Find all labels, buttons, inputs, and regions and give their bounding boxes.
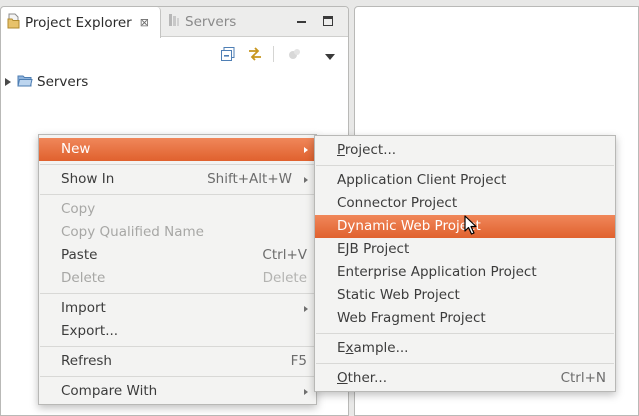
menu-item-label: Export...	[61, 323, 119, 339]
menu-item-label: Enterprise Application Project	[337, 264, 537, 280]
menu-item-label: Copy Qualified Name	[61, 224, 204, 240]
menu-item-accelerator: F5	[290, 353, 307, 369]
maximize-icon	[323, 16, 333, 26]
mnemonic-letter: P	[337, 142, 345, 158]
mnemonic-letter: O	[337, 370, 348, 386]
tab-project-explorer[interactable]: Project Explorer ⊠	[1, 7, 161, 38]
minimize-icon	[296, 21, 306, 23]
menu-item-label: roject...	[344, 142, 397, 158]
submenu-arrow-icon	[304, 389, 308, 395]
menu-item-accelerator: Delete	[262, 270, 307, 286]
menu-separator	[40, 293, 315, 294]
menu-item-ejb-project[interactable]: EJB Project	[315, 238, 615, 261]
menu-item-label: Dynamic Web Project	[337, 218, 481, 234]
menu-separator	[40, 346, 315, 347]
menu-item-label: Application Client Project	[337, 172, 507, 188]
menu-item-accelerator: Ctrl+N	[560, 370, 606, 386]
menu-item-label: E	[337, 340, 346, 356]
menu-item-label: Delete	[61, 270, 106, 286]
menu-item-static-web-project[interactable]: Static Web Project	[315, 284, 615, 307]
menu-item-label: Paste	[61, 247, 98, 263]
project-tree: Servers	[1, 71, 348, 93]
link-with-editor-button[interactable]	[247, 46, 263, 62]
menu-item-web-fragment-project[interactable]: Web Fragment Project	[315, 307, 615, 330]
collapse-all-button[interactable]	[220, 46, 236, 62]
menu-item-enterprise-application-project[interactable]: Enterprise Application Project	[315, 261, 615, 284]
menu-item-refresh[interactable]: Refresh F5	[39, 350, 316, 373]
tree-item-servers[interactable]: Servers	[1, 71, 348, 93]
project-explorer-icon	[7, 13, 21, 33]
tree-item-label: Servers	[37, 74, 89, 90]
view-toolbar	[1, 38, 348, 68]
collapse-all-icon	[221, 47, 235, 61]
menu-item-import[interactable]: Import	[39, 297, 316, 320]
menu-item-compare-with[interactable]: Compare With	[39, 380, 316, 403]
menu-item-accelerator: Shift+Alt+W	[207, 171, 292, 187]
menu-item-connector-project[interactable]: Connector Project	[315, 192, 615, 215]
menu-item-label: Static Web Project	[337, 287, 460, 303]
menu-item-copy[interactable]: Copy	[39, 198, 316, 221]
menu-separator	[316, 165, 614, 166]
mouse-cursor-icon	[464, 215, 478, 239]
view-menu-button[interactable]	[324, 49, 340, 65]
menu-separator	[40, 194, 315, 195]
menu-item-show-in[interactable]: Show In Shift+Alt+W	[39, 168, 316, 191]
servers-icon	[167, 13, 181, 31]
focus-button[interactable]	[287, 46, 303, 62]
menu-item-export[interactable]: Export...	[39, 320, 316, 343]
submenu-arrow-icon	[304, 177, 308, 183]
menu-item-label: Show In	[61, 171, 115, 187]
menu-item-copy-qualified-name[interactable]: Copy Qualified Name	[39, 221, 316, 244]
menu-item-label: EJB Project	[337, 241, 410, 257]
tab-servers[interactable]: Servers	[165, 7, 285, 37]
maximize-button[interactable]	[321, 15, 335, 29]
submenu-arrow-icon	[304, 306, 308, 312]
folder-icon	[17, 74, 33, 91]
chevron-down-icon	[325, 54, 335, 60]
focus-icon	[289, 49, 300, 59]
submenu-arrow-icon	[304, 147, 308, 153]
view-tab-bar: Project Explorer ⊠ Servers	[1, 7, 348, 38]
close-icon[interactable]: ⊠	[140, 16, 149, 29]
menu-item-label: Connector Project	[337, 195, 458, 211]
minimize-button[interactable]	[294, 15, 308, 29]
menu-item-label: ther...	[347, 370, 387, 386]
link-with-editor-icon	[249, 47, 261, 61]
menu-item-other[interactable]: Other... Ctrl+N	[315, 367, 615, 390]
menu-separator	[40, 164, 315, 165]
menu-item-new[interactable]: New	[39, 138, 316, 161]
menu-item-label: Import	[61, 300, 106, 316]
menu-item-label: New	[61, 141, 91, 157]
expand-arrow-icon[interactable]	[5, 78, 11, 86]
menu-separator	[40, 376, 315, 377]
context-menu: New Show In Shift+Alt+W Copy Copy Qualif…	[38, 134, 317, 405]
menu-item-label: Refresh	[61, 353, 112, 369]
menu-item-application-client-project[interactable]: Application Client Project	[315, 169, 615, 192]
menu-item-label: Web Fragment Project	[337, 310, 486, 326]
menu-item-paste[interactable]: Paste Ctrl+V	[39, 244, 316, 267]
menu-separator	[316, 333, 614, 334]
mnemonic-letter: x	[345, 340, 354, 356]
menu-item-delete[interactable]: Delete Delete	[39, 267, 316, 290]
menu-item-project[interactable]: Project...	[315, 139, 615, 162]
menu-item-label: ample...	[353, 340, 409, 356]
menu-item-label: Compare With	[61, 383, 158, 399]
tab-label: Servers	[185, 14, 237, 30]
menu-item-accelerator: Ctrl+V	[262, 247, 307, 263]
new-submenu: Project... Application Client Project Co…	[314, 135, 616, 392]
menu-item-example[interactable]: Example...	[315, 337, 615, 360]
menu-separator	[316, 363, 614, 364]
tab-label: Project Explorer	[25, 14, 132, 31]
toolbar-separator	[273, 46, 274, 62]
menu-item-label: Copy	[61, 201, 96, 217]
